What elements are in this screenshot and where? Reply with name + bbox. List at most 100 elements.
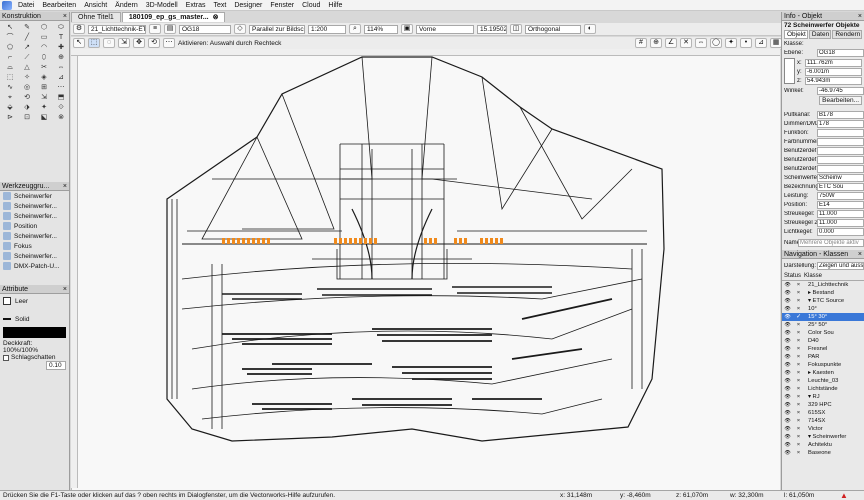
- tool-icon[interactable]: ⟐: [53, 103, 69, 112]
- workspace-tool-item[interactable]: Scheinwerfer...: [0, 201, 69, 211]
- zoom-icon[interactable]: ⌕: [349, 24, 361, 34]
- tool-icon[interactable]: ⌒: [2, 33, 18, 42]
- warning-icon[interactable]: ▲: [840, 491, 848, 500]
- class-row[interactable]: 👁 × 329 HPC: [782, 401, 864, 409]
- class-status-mark[interactable]: ×: [793, 394, 804, 400]
- snap-distance-icon[interactable]: ⇔: [695, 38, 707, 48]
- class-status-mark[interactable]: ×: [793, 378, 804, 384]
- snap-intersect-icon[interactable]: ✕: [680, 38, 692, 48]
- class-status-mark[interactable]: ×: [793, 306, 804, 312]
- tool-icon[interactable]: ⬚: [2, 73, 18, 82]
- class-status-mark[interactable]: ×: [793, 362, 804, 368]
- tool-icon[interactable]: ▭: [36, 33, 52, 42]
- tool-icon[interactable]: ⌐: [2, 53, 18, 62]
- class-row[interactable]: 👁 × PAR: [782, 353, 864, 361]
- layer-select[interactable]: 21_Lichttechnik-ET...: [88, 24, 146, 34]
- visibility-eye-icon[interactable]: 👁: [782, 394, 793, 400]
- visibility-eye-icon[interactable]: 👁: [782, 362, 793, 368]
- class-status-mark[interactable]: ×: [793, 330, 804, 336]
- snap-grid-icon[interactable]: #: [635, 38, 647, 48]
- property-value[interactable]: [817, 146, 864, 155]
- class-status-mark[interactable]: ×: [793, 282, 804, 288]
- property-value[interactable]: 11.000: [817, 209, 864, 218]
- render-icon[interactable]: ◐: [584, 24, 596, 34]
- tab-daten[interactable]: Daten: [808, 30, 832, 39]
- angle-field[interactable]: -46.9745: [817, 86, 864, 95]
- close-icon[interactable]: ×: [63, 12, 69, 20]
- visibility-eye-icon[interactable]: 👁: [782, 282, 793, 288]
- tool-icon[interactable]: ⟋: [19, 53, 35, 62]
- visibility-eye-icon[interactable]: 👁: [782, 354, 793, 360]
- class-row[interactable]: 👁 × 714SX: [782, 417, 864, 425]
- class-row[interactable]: 👁 × Fokuspunkte: [782, 361, 864, 369]
- class-row[interactable]: 👁 × ▸ Bestand: [782, 289, 864, 297]
- visibility-eye-icon[interactable]: 👁: [782, 410, 793, 416]
- plane-icon[interactable]: ◇: [234, 24, 246, 34]
- class-select[interactable]: OG18: [179, 24, 231, 34]
- close-icon[interactable]: ×: [63, 285, 69, 293]
- line-style-value[interactable]: Solid: [15, 316, 29, 323]
- lasso-select-icon[interactable]: ◌: [103, 38, 115, 48]
- tool-icon[interactable]: ⋯: [53, 83, 69, 92]
- class-row[interactable]: 👁 × Achitektu: [782, 441, 864, 449]
- class-column-header[interactable]: Klasse: [804, 273, 822, 279]
- rect-select-icon[interactable]: ⬚: [88, 38, 100, 48]
- display-select[interactable]: Zeigen und ausschlie: [817, 261, 864, 270]
- workspace-tool-item[interactable]: Scheinwerfer...: [0, 231, 69, 241]
- value-field[interactable]: 15.195025: [477, 24, 507, 34]
- tool-icon[interactable]: ⬙: [2, 103, 18, 112]
- snap-point-icon[interactable]: •: [740, 38, 752, 48]
- x-field[interactable]: 111.762m: [805, 58, 862, 67]
- workspace-tool-item[interactable]: Scheinwerfer...: [0, 251, 69, 261]
- visibility-eye-icon[interactable]: 👁: [782, 434, 793, 440]
- tab-ohne-titel[interactable]: Ohne Titel1: [71, 12, 121, 22]
- tool-icon[interactable]: ⊞: [36, 83, 52, 92]
- tool-icon[interactable]: ⬡: [36, 23, 52, 32]
- tool-icon[interactable]: ◠: [36, 43, 52, 52]
- view-select[interactable]: Vorne: [416, 24, 474, 34]
- class-status-mark[interactable]: ×: [793, 298, 804, 304]
- tool-icon[interactable]: ╱: [19, 33, 35, 42]
- tab-active-document[interactable]: 180109_ep_gs_master... ⊗: [121, 12, 226, 22]
- visibility-eye-icon[interactable]: 👁: [782, 378, 793, 384]
- tool-icon[interactable]: ⬯: [36, 53, 52, 62]
- close-icon[interactable]: ×: [858, 250, 864, 258]
- property-value[interactable]: 178: [817, 119, 864, 128]
- tool-icon[interactable]: ⊕: [53, 53, 69, 62]
- menu-text[interactable]: Text: [210, 0, 231, 11]
- visibility-eye-icon[interactable]: 👁: [782, 418, 793, 424]
- menu-cloud[interactable]: Cloud: [298, 0, 324, 11]
- fill-icon[interactable]: [3, 297, 11, 305]
- tool-icon[interactable]: ✎: [19, 23, 35, 32]
- tool-icon[interactable]: ⬗: [19, 103, 35, 112]
- fill-value[interactable]: Leer: [15, 298, 28, 305]
- projection-select[interactable]: Orthogonal: [525, 24, 581, 34]
- tool-icon[interactable]: ∿: [2, 83, 18, 92]
- menu-fenster[interactable]: Fenster: [266, 0, 298, 11]
- class-row[interactable]: 👁 × 10°: [782, 305, 864, 313]
- layers-icon[interactable]: ≡: [149, 24, 161, 34]
- tool-icon[interactable]: ⊡: [19, 113, 35, 122]
- class-row[interactable]: 👁 × Leuchte_03: [782, 377, 864, 385]
- options-icon[interactable]: ⋯: [163, 38, 175, 48]
- class-status-mark[interactable]: ×: [793, 442, 804, 448]
- tool-icon[interactable]: ✂: [36, 63, 52, 72]
- status-column-header[interactable]: Status: [782, 273, 804, 279]
- line-color-swatch[interactable]: [3, 327, 66, 338]
- close-tab-icon[interactable]: ⊗: [213, 13, 219, 22]
- class-row[interactable]: 👁 × 21_Lichttechnik: [782, 281, 864, 289]
- tab-rendern[interactable]: Rendern: [832, 30, 862, 39]
- tool-icon[interactable]: ◈: [36, 73, 52, 82]
- class-status-mark[interactable]: ×: [793, 322, 804, 328]
- layer-value[interactable]: OG18: [817, 48, 864, 57]
- class-row[interactable]: 👁 × ▾ Scheinwerfer: [782, 433, 864, 441]
- class-status-mark[interactable]: ×: [793, 434, 804, 440]
- class-status-mark[interactable]: ×: [793, 410, 804, 416]
- class-status-mark[interactable]: ✓: [793, 314, 804, 320]
- property-value[interactable]: 0.000: [817, 227, 864, 236]
- tool-icon[interactable]: ⊗: [53, 113, 69, 122]
- visibility-eye-icon[interactable]: 👁: [782, 290, 793, 296]
- property-value[interactable]: 750W: [817, 191, 864, 200]
- visibility-eye-icon[interactable]: 👁: [782, 386, 793, 392]
- workspace-tool-item[interactable]: Scheinwerfer: [0, 191, 69, 201]
